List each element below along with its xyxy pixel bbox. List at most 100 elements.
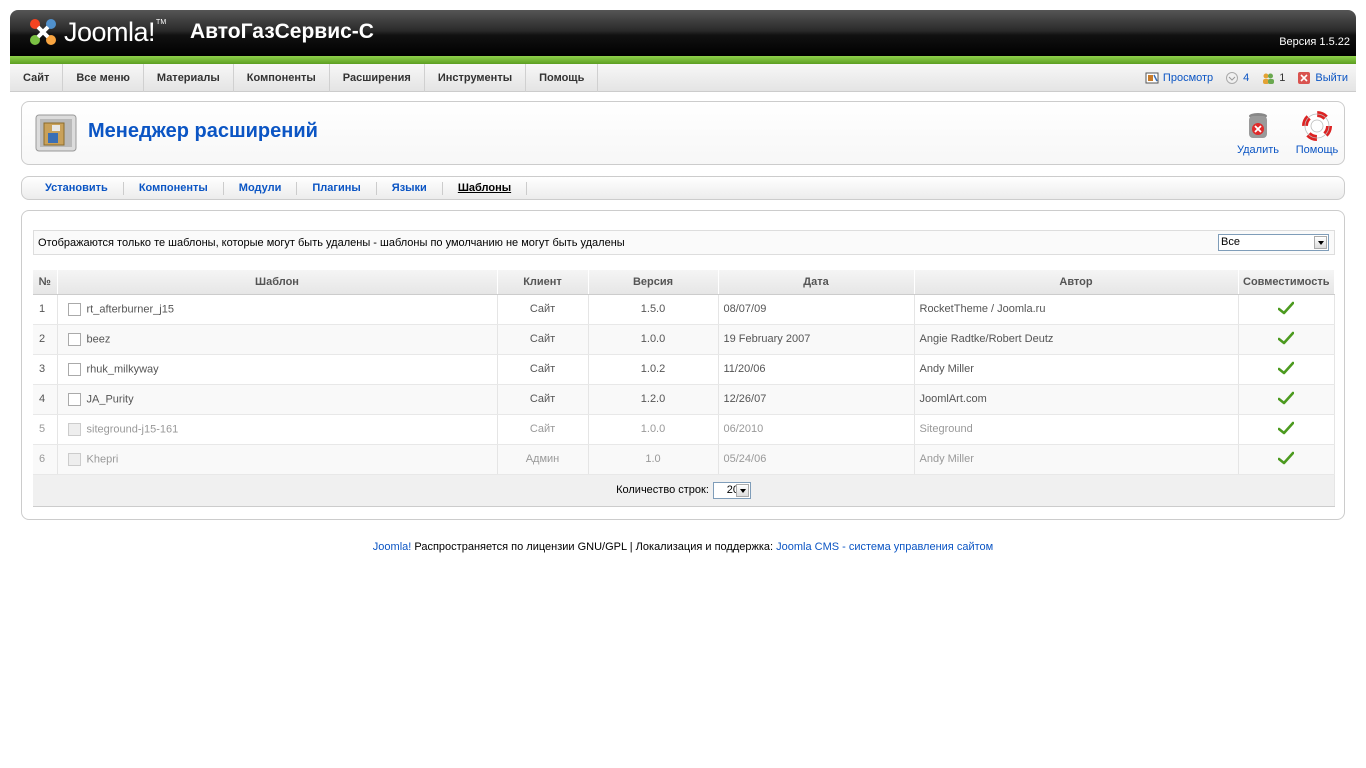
table-row: 1 rt_afterburner_j15 Сайт 1.5.0 08/07/09 Rock…: [33, 294, 1335, 325]
tab-install[interactable]: Установить: [30, 181, 124, 195]
client-cell: Сайт: [497, 384, 589, 415]
rows-per-page-select[interactable]: 20: [712, 481, 751, 499]
template-cell: JA_Purity: [57, 384, 498, 415]
users-count: 1: [1279, 72, 1286, 84]
date-cell: 05/24/06: [718, 444, 915, 475]
template-cell: rhuk_milkyway: [57, 354, 498, 385]
joomla-logo: Joomla! TM: [26, 14, 166, 50]
checkmark-icon: [1277, 451, 1295, 464]
compatibility-cell: [1238, 354, 1335, 385]
table-header-row: № Шаблон Клиент Версия Дата Автор Совмес…: [33, 270, 1335, 295]
license-text: Распространяется по лицензии GNU/GPL | Л…: [411, 541, 777, 553]
menu-item-tools[interactable]: Инструменты: [425, 64, 527, 92]
date-cell: 06/2010: [718, 414, 915, 445]
checkmark-icon: [1277, 301, 1295, 314]
tab-languages[interactable]: Языки: [377, 181, 443, 195]
col-date[interactable]: Дата: [718, 270, 915, 295]
menu-item-help[interactable]: Помощь: [526, 64, 599, 92]
menu-item-components[interactable]: Компоненты: [234, 64, 330, 92]
version-cell: 1.0.2: [588, 354, 719, 385]
menu-item-content[interactable]: Материалы: [144, 64, 234, 92]
template-cell: beez: [57, 324, 498, 355]
col-author[interactable]: Автор: [914, 270, 1239, 295]
joomla-logo-text: Joomla!: [64, 16, 156, 47]
toolbar-box: Менеджер расширений Удалить Помощь: [21, 101, 1345, 165]
joomla-logo-icon: [30, 19, 56, 45]
author-cell: JoomlArt.com: [914, 384, 1239, 415]
content-panel: Отображаются только те шаблоны, которые …: [21, 210, 1345, 520]
support-link[interactable]: Joomla CMS - система управления сайтом: [776, 541, 993, 553]
col-client[interactable]: Клиент: [497, 270, 589, 295]
row-checkbox[interactable]: [67, 332, 81, 346]
logout-label[interactable]: Выйти: [1315, 72, 1348, 84]
row-checkbox[interactable]: [67, 302, 81, 316]
row-checkbox[interactable]: [67, 422, 81, 436]
table-body: 1 rt_afterburner_j15 Сайт 1.5.0 08/07/09 Rock…: [33, 294, 1335, 475]
col-number: №: [33, 270, 58, 295]
logout-link[interactable]: Выйти: [1297, 71, 1348, 85]
col-template[interactable]: Шаблон: [57, 270, 498, 295]
site-name: АвтоГазСервис-С: [190, 20, 374, 43]
row-checkbox[interactable]: [67, 392, 81, 406]
compatibility-cell: [1238, 414, 1335, 445]
extension-manager-icon: [35, 114, 77, 152]
template-name: rhuk_milkyway: [86, 362, 159, 375]
table-row: 4 JA_Purity Сайт 1.2.0 12/26/07 JoomlArt.com: [33, 384, 1335, 415]
checkmark-icon: [1277, 421, 1295, 434]
tab-plugins[interactable]: Плагины: [297, 181, 377, 195]
row-checkbox[interactable]: [67, 452, 81, 466]
author-cell: RocketTheme / Joomla.ru: [914, 294, 1239, 325]
messages-indicator[interactable]: 4: [1225, 71, 1249, 85]
client-cell: Сайт: [497, 324, 589, 355]
menu-item-extensions[interactable]: Расширения: [330, 64, 425, 92]
status-bar: Просмотр 4 1 Выйти: [1145, 64, 1348, 92]
tab-components[interactable]: Компоненты: [124, 181, 224, 195]
preview-label[interactable]: Просмотр: [1163, 72, 1213, 84]
version-label: Версия 1.5.22: [1279, 36, 1350, 48]
menu-item-all-menus[interactable]: Все меню: [63, 64, 144, 92]
rows-per-page-label: Количество строк:: [616, 484, 709, 496]
main-menubar: Сайт Все меню Материалы Компоненты Расши…: [10, 64, 1356, 92]
table-footer-row: Количество строк: 20: [33, 474, 1335, 507]
author-cell: Andy Miller: [914, 354, 1239, 385]
compatibility-cell: [1238, 324, 1335, 355]
delete-icon: [1249, 113, 1267, 138]
delete-button[interactable]: Удалить: [1233, 111, 1283, 156]
help-button[interactable]: Помощь: [1292, 111, 1342, 156]
messages-icon: [1226, 72, 1239, 84]
client-cell: Админ: [497, 444, 589, 475]
compatibility-cell: [1238, 294, 1335, 325]
templates-table: № Шаблон Клиент Версия Дата Автор Совмес…: [33, 270, 1335, 507]
preview-link[interactable]: Просмотр: [1145, 71, 1213, 85]
table-row: 5 siteground-j15-161 Сайт 1.0.0 06/2010 Siteg…: [33, 414, 1335, 445]
row-number: 1: [33, 294, 58, 325]
date-cell: 12/26/07: [718, 384, 915, 415]
author-cell: Siteground: [914, 414, 1239, 445]
col-version[interactable]: Версия: [588, 270, 719, 295]
row-number: 2: [33, 324, 58, 355]
tab-templates[interactable]: Шаблоны: [443, 181, 528, 195]
filter-notice: Отображаются только те шаблоны, которые …: [38, 237, 625, 249]
template-name: beez: [86, 332, 111, 345]
tab-modules[interactable]: Модули: [224, 181, 298, 195]
col-compatibility: Совместимость: [1238, 270, 1335, 295]
joomla-link[interactable]: Joomla!: [373, 541, 412, 553]
client-cell: Сайт: [497, 354, 589, 385]
client-filter-select[interactable]: Все: [1218, 234, 1329, 251]
page-title: Менеджер расширений: [88, 120, 318, 142]
client-filter-value: Все: [1221, 236, 1240, 248]
version-cell: 1.0: [588, 444, 719, 475]
menu-item-site[interactable]: Сайт: [10, 64, 64, 92]
table-row: 3 rhuk_milkyway Сайт 1.0.2 11/20/06 Andy Mill…: [33, 354, 1335, 385]
date-cell: 19 February 2007: [718, 324, 915, 355]
users-icon: [1263, 73, 1275, 84]
logout-icon: [1298, 72, 1311, 84]
help-label[interactable]: Помощь: [1296, 144, 1339, 156]
template-cell: siteground-j15-161: [57, 414, 498, 445]
row-checkbox[interactable]: [67, 362, 81, 376]
extension-submenu: Установить Компоненты Модули Плагины Язы…: [21, 176, 1345, 200]
delete-label[interactable]: Удалить: [1237, 144, 1279, 156]
messages-count[interactable]: 4: [1243, 72, 1249, 84]
date-cell: 08/07/09: [718, 294, 915, 325]
table-row: 2 beez Сайт 1.0.0 19 February 2007 Angie Radt…: [33, 324, 1335, 355]
